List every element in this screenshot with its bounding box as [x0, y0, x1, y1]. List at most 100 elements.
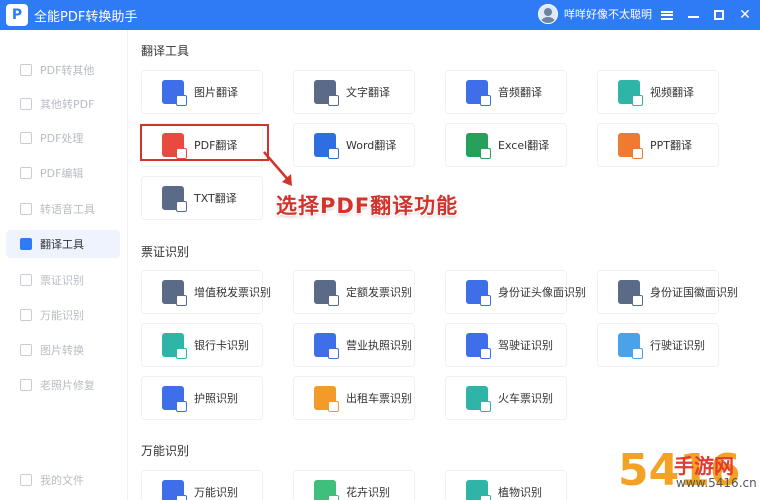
sidebar-item-pdf-process[interactable]: PDF处理	[6, 124, 120, 152]
sidebar-item-label: 转语音工具	[40, 203, 95, 216]
card-word-translate[interactable]: Word翻译	[293, 123, 415, 167]
card-id-card-front[interactable]: 身份证头像面识别	[445, 270, 586, 314]
user-account[interactable]: 咩咩好像不太聪明	[538, 4, 652, 24]
card-audio-translate[interactable]: 音频翻译	[445, 70, 567, 114]
bank-card-icon	[162, 333, 187, 359]
folder-icon	[20, 474, 32, 486]
card-passport[interactable]: 护照识别	[141, 376, 263, 420]
card-id-card-back[interactable]: 身份证国徽面识别	[597, 270, 738, 314]
sidebar-item-label: 其他转PDF	[40, 98, 95, 111]
card-label: 视频翻译	[650, 86, 694, 99]
scan-icon	[20, 309, 32, 321]
app-logo-icon: P	[6, 4, 28, 26]
site-watermark: 5416 手游网 www.5416.cn	[618, 446, 760, 500]
card-vat-invoice[interactable]: 增值税发票识别	[141, 270, 271, 314]
sidebar-item-label: PDF处理	[40, 132, 84, 145]
vat-invoice-icon	[162, 280, 187, 306]
word-translate-icon	[314, 133, 339, 159]
card-excel-translate[interactable]: Excel翻译	[445, 123, 567, 167]
sidebar-item-universal-recognition[interactable]: 万能识别	[6, 301, 120, 329]
vehicle-license-icon	[618, 333, 643, 359]
title-bar: P 全能PDF转换助手 咩咩好像不太聪明 ✕	[0, 0, 760, 30]
card-label: 定额发票识别	[346, 286, 412, 299]
sidebar-item-photo-restore[interactable]: 老照片修复	[6, 371, 120, 399]
card-video-translate[interactable]: 视频翻译	[597, 70, 719, 114]
translate-icon	[20, 238, 32, 250]
taxi-ticket-icon	[314, 386, 339, 412]
pdf-translate-highlight	[140, 124, 269, 161]
pdf-export-icon	[20, 64, 32, 76]
card-label: 出租车票识别	[346, 392, 412, 405]
ticket-icon	[20, 274, 32, 286]
card-train-ticket[interactable]: 火车票识别	[445, 376, 567, 420]
audio-translate-icon	[466, 80, 491, 106]
sidebar-item-ticket-recognition[interactable]: 票证识别	[6, 266, 120, 294]
username[interactable]: 咩咩好像不太聪明	[564, 6, 652, 22]
sidebar-item-label: 图片转换	[40, 344, 84, 357]
menu-button[interactable]	[654, 0, 680, 30]
pdf-edit-icon	[20, 167, 32, 179]
sidebar-item-pdf-edit[interactable]: PDF编辑	[6, 159, 120, 187]
sidebar-item-translate-tools[interactable]: 翻译工具	[6, 230, 120, 258]
card-label: 行驶证识别	[650, 339, 705, 352]
card-business-license[interactable]: 营业执照识别	[293, 323, 415, 367]
card-label: PPT翻译	[650, 139, 692, 152]
card-taxi-ticket[interactable]: 出租车票识别	[293, 376, 415, 420]
card-label: 万能识别	[194, 486, 238, 499]
card-label: 银行卡识别	[194, 339, 249, 352]
card-label: 花卉识别	[346, 486, 390, 499]
id-card-back-icon	[618, 280, 643, 306]
universal-recognition-icon	[162, 480, 187, 500]
card-label: Excel翻译	[498, 139, 550, 152]
sidebar-item-image-convert[interactable]: 图片转换	[6, 336, 120, 364]
pdf-process-icon	[20, 132, 32, 144]
sidebar-item-other-to-pdf[interactable]: 其他转PDF	[6, 90, 120, 118]
sidebar-item-speech-tools[interactable]: 转语音工具	[6, 195, 120, 223]
card-bank-card[interactable]: 银行卡识别	[141, 323, 263, 367]
sidebar-item-my-files[interactable]: 我的文件	[6, 466, 120, 494]
card-image-translate[interactable]: 图片翻译	[141, 70, 263, 114]
card-txt-translate[interactable]: TXT翻译	[141, 176, 263, 220]
watermark-site-name: 手游网	[674, 454, 734, 478]
app-title: 全能PDF转换助手	[34, 9, 138, 25]
ppt-translate-icon	[618, 133, 643, 159]
card-label: 护照识别	[194, 392, 238, 405]
maximize-button[interactable]	[706, 0, 732, 30]
card-label: TXT翻译	[194, 192, 237, 205]
minimize-button[interactable]	[680, 0, 706, 30]
sidebar-item-label: 票证识别	[40, 274, 84, 287]
section-title-universal: 万能识别	[141, 444, 190, 458]
driver-license-icon	[466, 333, 491, 359]
sidebar-item-pdf-to-other[interactable]: PDF转其他	[6, 56, 120, 84]
card-plant-recognition[interactable]: 植物识别	[445, 470, 567, 500]
section-title-ticket: 票证识别	[141, 245, 190, 259]
card-flower-recognition[interactable]: 花卉识别	[293, 470, 415, 500]
plant-recognition-icon	[466, 480, 491, 500]
txt-translate-icon	[162, 186, 187, 212]
card-driver-license[interactable]: 驾驶证识别	[445, 323, 567, 367]
image-translate-icon	[162, 80, 187, 106]
callout-text: 选择PDF翻译功能	[276, 194, 459, 218]
card-quota-invoice[interactable]: 定额发票识别	[293, 270, 415, 314]
card-label: Word翻译	[346, 139, 397, 152]
avatar[interactable]	[538, 4, 558, 24]
excel-translate-icon	[466, 133, 491, 159]
card-label: 身份证国徽面识别	[650, 286, 738, 299]
sidebar-item-label: 我的文件	[40, 474, 84, 487]
card-label: 增值税发票识别	[194, 286, 271, 299]
card-ppt-translate[interactable]: PPT翻译	[597, 123, 719, 167]
train-ticket-icon	[466, 386, 491, 412]
close-button[interactable]: ✕	[732, 0, 758, 30]
business-license-icon	[314, 333, 339, 359]
card-label: 音频翻译	[498, 86, 542, 99]
image-icon	[20, 344, 32, 356]
card-universal-recognition[interactable]: 万能识别	[141, 470, 263, 500]
text-translate-icon	[314, 80, 339, 106]
flower-recognition-icon	[314, 480, 339, 500]
card-text-translate[interactable]: 文字翻译	[293, 70, 415, 114]
card-vehicle-license[interactable]: 行驶证识别	[597, 323, 719, 367]
card-label: 驾驶证识别	[498, 339, 553, 352]
minimize-icon	[687, 16, 699, 18]
card-label: 火车票识别	[498, 392, 553, 405]
sidebar-item-label: 翻译工具	[40, 238, 84, 251]
